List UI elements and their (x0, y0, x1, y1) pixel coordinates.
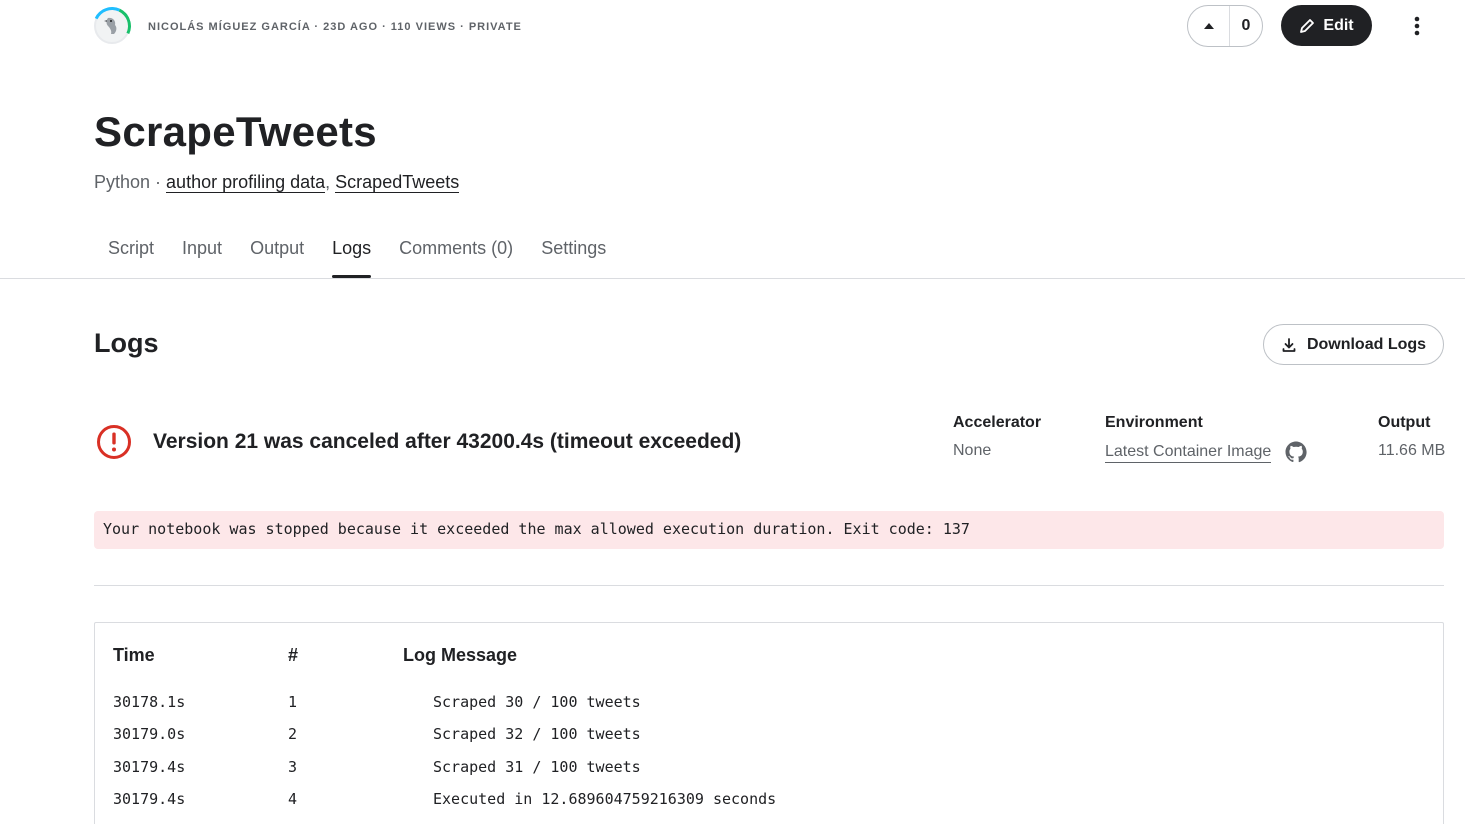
log-row: 30179.4s 3 Scraped 31 / 100 tweets (95, 758, 1443, 782)
dataset-link-author-profiling[interactable]: author profiling data (166, 172, 326, 193)
download-logs-label: Download Logs (1306, 335, 1427, 353)
error-alert-icon (97, 425, 131, 459)
dataset-link-scraped-tweets[interactable]: ScrapedTweets (335, 172, 460, 193)
environment-info: Environment Latest Container Image (1105, 414, 1308, 464)
log-row: 30179.0s 2 Scraped 32 / 100 tweets (95, 725, 1443, 749)
column-header-message: Log Message (403, 645, 518, 665)
log-message: Scraped 32 / 100 tweets (433, 725, 641, 743)
tab-input[interactable]: Input (168, 238, 236, 278)
log-time: 30178.1s (113, 693, 186, 711)
pencil-icon (1300, 18, 1315, 33)
tab-bar: Script Input Output Logs Comments (0) Se… (94, 238, 620, 278)
error-banner: Your notebook was stopped because it exc… (94, 511, 1444, 549)
upvote-control[interactable]: 0 (1187, 5, 1263, 47)
log-row: 30178.1s 1 Scraped 30 / 100 tweets (95, 693, 1443, 717)
log-message: Scraped 30 / 100 tweets (433, 693, 641, 711)
edit-label: Edit (1323, 16, 1354, 34)
run-status-message: Version 21 was canceled after 43200.4s (… (153, 430, 742, 453)
author-avatar[interactable] (87, 1, 137, 51)
log-time: 30179.4s (113, 758, 186, 776)
accelerator-info: Accelerator None (953, 414, 1041, 460)
tab-script[interactable]: Script (94, 238, 168, 278)
separator: · (150, 172, 167, 192)
language-label: Python (94, 172, 151, 192)
tab-divider (0, 278, 1465, 279)
notebook-page: NICOLÁS MÍGUEZ GARCÍA · 23D AGO · 110 VI… (0, 0, 1465, 824)
author-meta: NICOLÁS MÍGUEZ GARCÍA · 23D AGO · 110 VI… (148, 21, 522, 33)
accelerator-value: None (953, 442, 992, 459)
logs-heading: Logs (94, 328, 159, 358)
tab-comments[interactable]: Comments (0) (385, 238, 527, 278)
log-table: Time # Log Message 30178.1s 1 Scraped 30… (94, 622, 1444, 824)
log-number: 4 (288, 790, 298, 808)
output-label: Output (1378, 414, 1431, 431)
output-info: Output 11.66 MB (1378, 414, 1445, 460)
caret-up-icon (1203, 23, 1214, 29)
more-options-button[interactable] (1400, 8, 1434, 44)
github-icon[interactable] (1284, 440, 1308, 464)
vote-count: 0 (1241, 17, 1251, 34)
environment-label: Environment (1105, 414, 1203, 431)
environment-link[interactable]: Latest Container Image (1105, 443, 1272, 464)
column-header-number: # (288, 645, 299, 665)
tab-settings[interactable]: Settings (527, 238, 620, 278)
log-time: 30179.0s (113, 725, 186, 743)
tab-output[interactable]: Output (236, 238, 318, 278)
download-logs-button[interactable]: Download Logs (1263, 324, 1444, 365)
edit-button[interactable]: Edit (1281, 5, 1372, 46)
log-message: Scraped 31 / 100 tweets (433, 758, 641, 776)
output-size: 11.66 MB (1378, 442, 1446, 459)
section-divider (94, 585, 1444, 586)
column-header-time: Time (113, 645, 155, 665)
log-message: Executed in 12.689604759216309 seconds (433, 790, 777, 808)
log-number: 3 (288, 758, 298, 776)
log-number: 2 (288, 725, 298, 743)
upvote-button[interactable] (1188, 6, 1230, 46)
tab-logs[interactable]: Logs (318, 238, 385, 278)
log-time: 30179.4s (113, 790, 186, 808)
notebook-subtitle: Python · author profiling data, ScrapedT… (94, 172, 460, 193)
log-number: 1 (288, 693, 298, 711)
log-row: 30179.4s 4 Executed in 12.68960475921630… (95, 790, 1443, 814)
progress-ring (87, 1, 137, 51)
notebook-title: ScrapeTweets (94, 108, 377, 155)
accelerator-label: Accelerator (953, 414, 1042, 431)
more-vertical-icon (1414, 16, 1420, 36)
download-icon (1282, 337, 1296, 352)
